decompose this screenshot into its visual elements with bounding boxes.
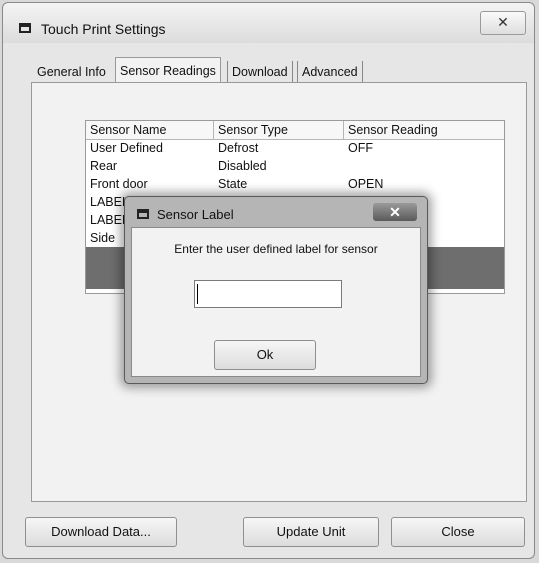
dialog-app-icon bbox=[137, 209, 149, 219]
tab-advanced[interactable]: Advanced bbox=[297, 61, 363, 83]
sensor-reading-cell: OFF bbox=[348, 141, 373, 155]
ok-button[interactable]: Ok bbox=[214, 340, 316, 370]
sensor-type-cell: Disabled bbox=[218, 159, 267, 173]
tab-sensor-readings[interactable]: Sensor Readings bbox=[115, 57, 221, 84]
window-title: Touch Print Settings bbox=[41, 21, 166, 37]
column-header-sensor-name[interactable]: Sensor Name bbox=[90, 121, 166, 139]
sensor-reading-cell: OPEN bbox=[348, 177, 384, 191]
tab-general-info[interactable]: General Info bbox=[33, 61, 110, 83]
table-row[interactable]: User Defined Defrost OFF bbox=[86, 139, 504, 157]
sensor-name-cell: Front door bbox=[90, 177, 148, 191]
sensor-label-dialog: Sensor Label ✕ Enter the user defined la… bbox=[124, 196, 428, 384]
column-header-sensor-reading[interactable]: Sensor Reading bbox=[348, 121, 438, 139]
dialog-body: Enter the user defined label for sensor … bbox=[131, 227, 421, 377]
sensor-label-input[interactable] bbox=[194, 280, 342, 308]
table-row[interactable]: Front door State OPEN bbox=[86, 175, 504, 193]
app-icon bbox=[19, 23, 31, 33]
tab-download[interactable]: Download bbox=[227, 61, 293, 83]
table-header: Sensor Name Sensor Type Sensor Reading bbox=[86, 121, 504, 140]
sensor-type-cell: Defrost bbox=[218, 141, 259, 155]
update-unit-button[interactable]: Update Unit bbox=[243, 517, 379, 547]
table-row[interactable]: Rear Disabled bbox=[86, 157, 504, 175]
dialog-title: Sensor Label bbox=[157, 207, 234, 222]
title-bar[interactable]: Touch Print Settings ✕ bbox=[3, 3, 534, 43]
dialog-prompt: Enter the user defined label for sensor bbox=[174, 242, 378, 256]
sensor-name-cell: Side bbox=[90, 231, 116, 245]
close-button[interactable]: Close bbox=[391, 517, 525, 547]
sensor-name-cell: User Defined bbox=[90, 141, 163, 155]
sensor-type-cell: State bbox=[218, 177, 248, 191]
dialog-close-icon[interactable]: ✕ bbox=[373, 203, 417, 221]
sensor-name-cell: Rear bbox=[90, 159, 118, 173]
close-icon[interactable]: ✕ bbox=[480, 11, 526, 35]
download-data-button[interactable]: Download Data... bbox=[25, 517, 177, 547]
column-header-sensor-type[interactable]: Sensor Type bbox=[218, 121, 288, 139]
text-caret bbox=[197, 284, 198, 304]
